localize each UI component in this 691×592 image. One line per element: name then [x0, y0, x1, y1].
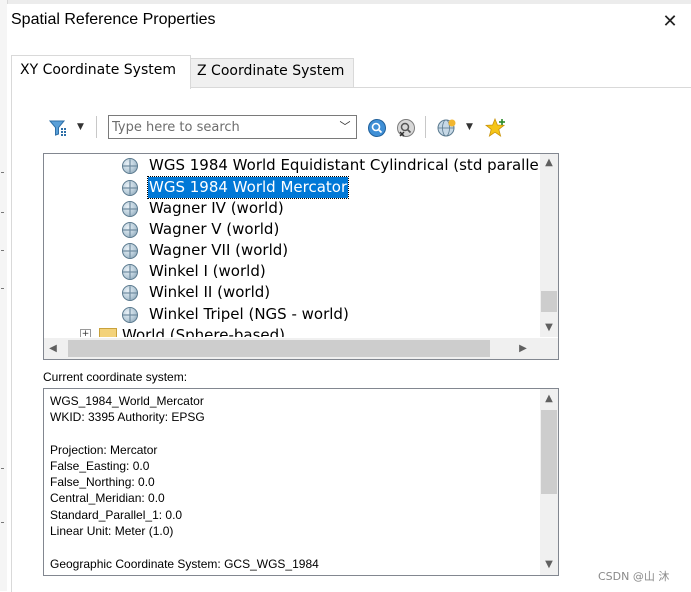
toolbar-separator	[425, 116, 426, 138]
toolbar-separator	[96, 116, 97, 138]
globe-icon	[122, 307, 138, 323]
tree-item-selected[interactable]: WGS 1984 World Mercator	[44, 176, 542, 199]
search-icon[interactable]	[367, 118, 387, 138]
tree-item[interactable]: Wagner VII (world)	[44, 240, 542, 261]
details-vertical-scrollbar[interactable]: ▲ ▼	[540, 389, 558, 575]
dialog-title: Spatial Reference Properties	[11, 11, 216, 28]
scroll-thumb[interactable]	[541, 410, 557, 494]
scroll-thumb[interactable]	[68, 340, 490, 357]
search-combobox[interactable]: ﹀	[108, 115, 357, 139]
add-dropdown-arrow-icon[interactable]: ▼	[466, 122, 473, 132]
add-coordinate-system-icon[interactable]	[436, 117, 458, 139]
search-input[interactable]	[112, 118, 330, 136]
favorites-icon[interactable]	[484, 117, 507, 139]
folder-icon	[99, 328, 117, 337]
detail-line: False_Easting: 0.0	[50, 459, 150, 473]
current-coordinate-system-details[interactable]: WGS_1984_World_Mercator WKID: 3395 Autho…	[43, 388, 559, 576]
tree-item[interactable]: WGS 1984 World Equidistant Cylindrical (…	[44, 155, 558, 176]
globe-icon	[122, 158, 138, 174]
tree-item-folder[interactable]: + World (Sphere-based)	[44, 325, 542, 337]
tab-label: Z Coordinate System	[197, 63, 345, 79]
globe-icon	[122, 264, 138, 280]
detail-line: False_Northing: 0.0	[50, 475, 155, 489]
detail-line: Standard_Parallel_1: 0.0	[50, 508, 183, 522]
tab-z-coordinate-system[interactable]: Z Coordinate System	[190, 58, 354, 88]
detail-line: Geographic Coordinate System: GCS_WGS_19…	[50, 557, 319, 571]
expand-icon[interactable]: +	[80, 329, 91, 337]
scroll-up-icon[interactable]: ▲	[540, 390, 558, 407]
scroll-thumb[interactable]	[541, 291, 557, 312]
edge-mark	[1, 288, 4, 289]
tree-item[interactable]: Wagner V (world)	[44, 219, 542, 240]
tree-horizontal-scrollbar[interactable]: ◀ ▶	[44, 338, 540, 359]
scroll-right-icon[interactable]: ▶	[514, 340, 532, 357]
edge-mark	[1, 212, 4, 213]
tree-item[interactable]: Wagner IV (world)	[44, 198, 542, 219]
clear-search-icon[interactable]	[396, 118, 416, 138]
coordinate-system-tree[interactable]: WGS 1984 World Equidistant Cylindrical (…	[43, 153, 559, 360]
tree-item[interactable]: Winkel Tripel (NGS - world)	[44, 304, 542, 325]
close-icon[interactable]: ✕	[660, 12, 680, 32]
globe-icon	[122, 201, 138, 217]
detail-line: WKID: 3395 Authority: EPSG	[50, 410, 205, 424]
globe-icon	[122, 180, 138, 196]
tab-label: XY Coordinate System	[20, 62, 176, 78]
scroll-down-icon[interactable]: ▼	[540, 319, 558, 336]
scroll-left-icon[interactable]: ◀	[44, 340, 62, 357]
filter-icon[interactable]	[48, 118, 70, 138]
tree-item[interactable]: Winkel I (world)	[44, 261, 542, 282]
tree-item[interactable]: Winkel II (world)	[44, 282, 542, 303]
scroll-up-icon[interactable]: ▲	[540, 154, 558, 171]
globe-icon	[122, 222, 138, 238]
edge-mark	[1, 172, 4, 173]
detail-line: Linear Unit: Meter (1.0)	[50, 524, 174, 538]
edge-mark	[1, 468, 4, 469]
current-coordinate-system-label: Current coordinate system:	[43, 370, 188, 384]
scrollbar-corner	[540, 338, 558, 359]
filter-dropdown-arrow-icon[interactable]: ▼	[77, 122, 84, 132]
tree-vertical-scrollbar[interactable]: ▲ ▼	[540, 154, 558, 337]
globe-icon	[122, 285, 138, 301]
scroll-down-icon[interactable]: ▼	[540, 556, 558, 573]
globe-icon	[122, 243, 138, 259]
chevron-down-icon[interactable]: ﹀	[337, 118, 353, 136]
detail-line: WGS_1984_World_Mercator	[50, 394, 204, 408]
detail-line: Projection: Mercator	[50, 443, 158, 457]
watermark: CSDN @山 沐	[598, 570, 670, 583]
edge-mark	[1, 522, 4, 523]
detail-line: Central_Meridian: 0.0	[50, 491, 165, 505]
tab-xy-coordinate-system[interactable]: XY Coordinate System	[11, 55, 191, 89]
edge-mark	[1, 250, 4, 251]
